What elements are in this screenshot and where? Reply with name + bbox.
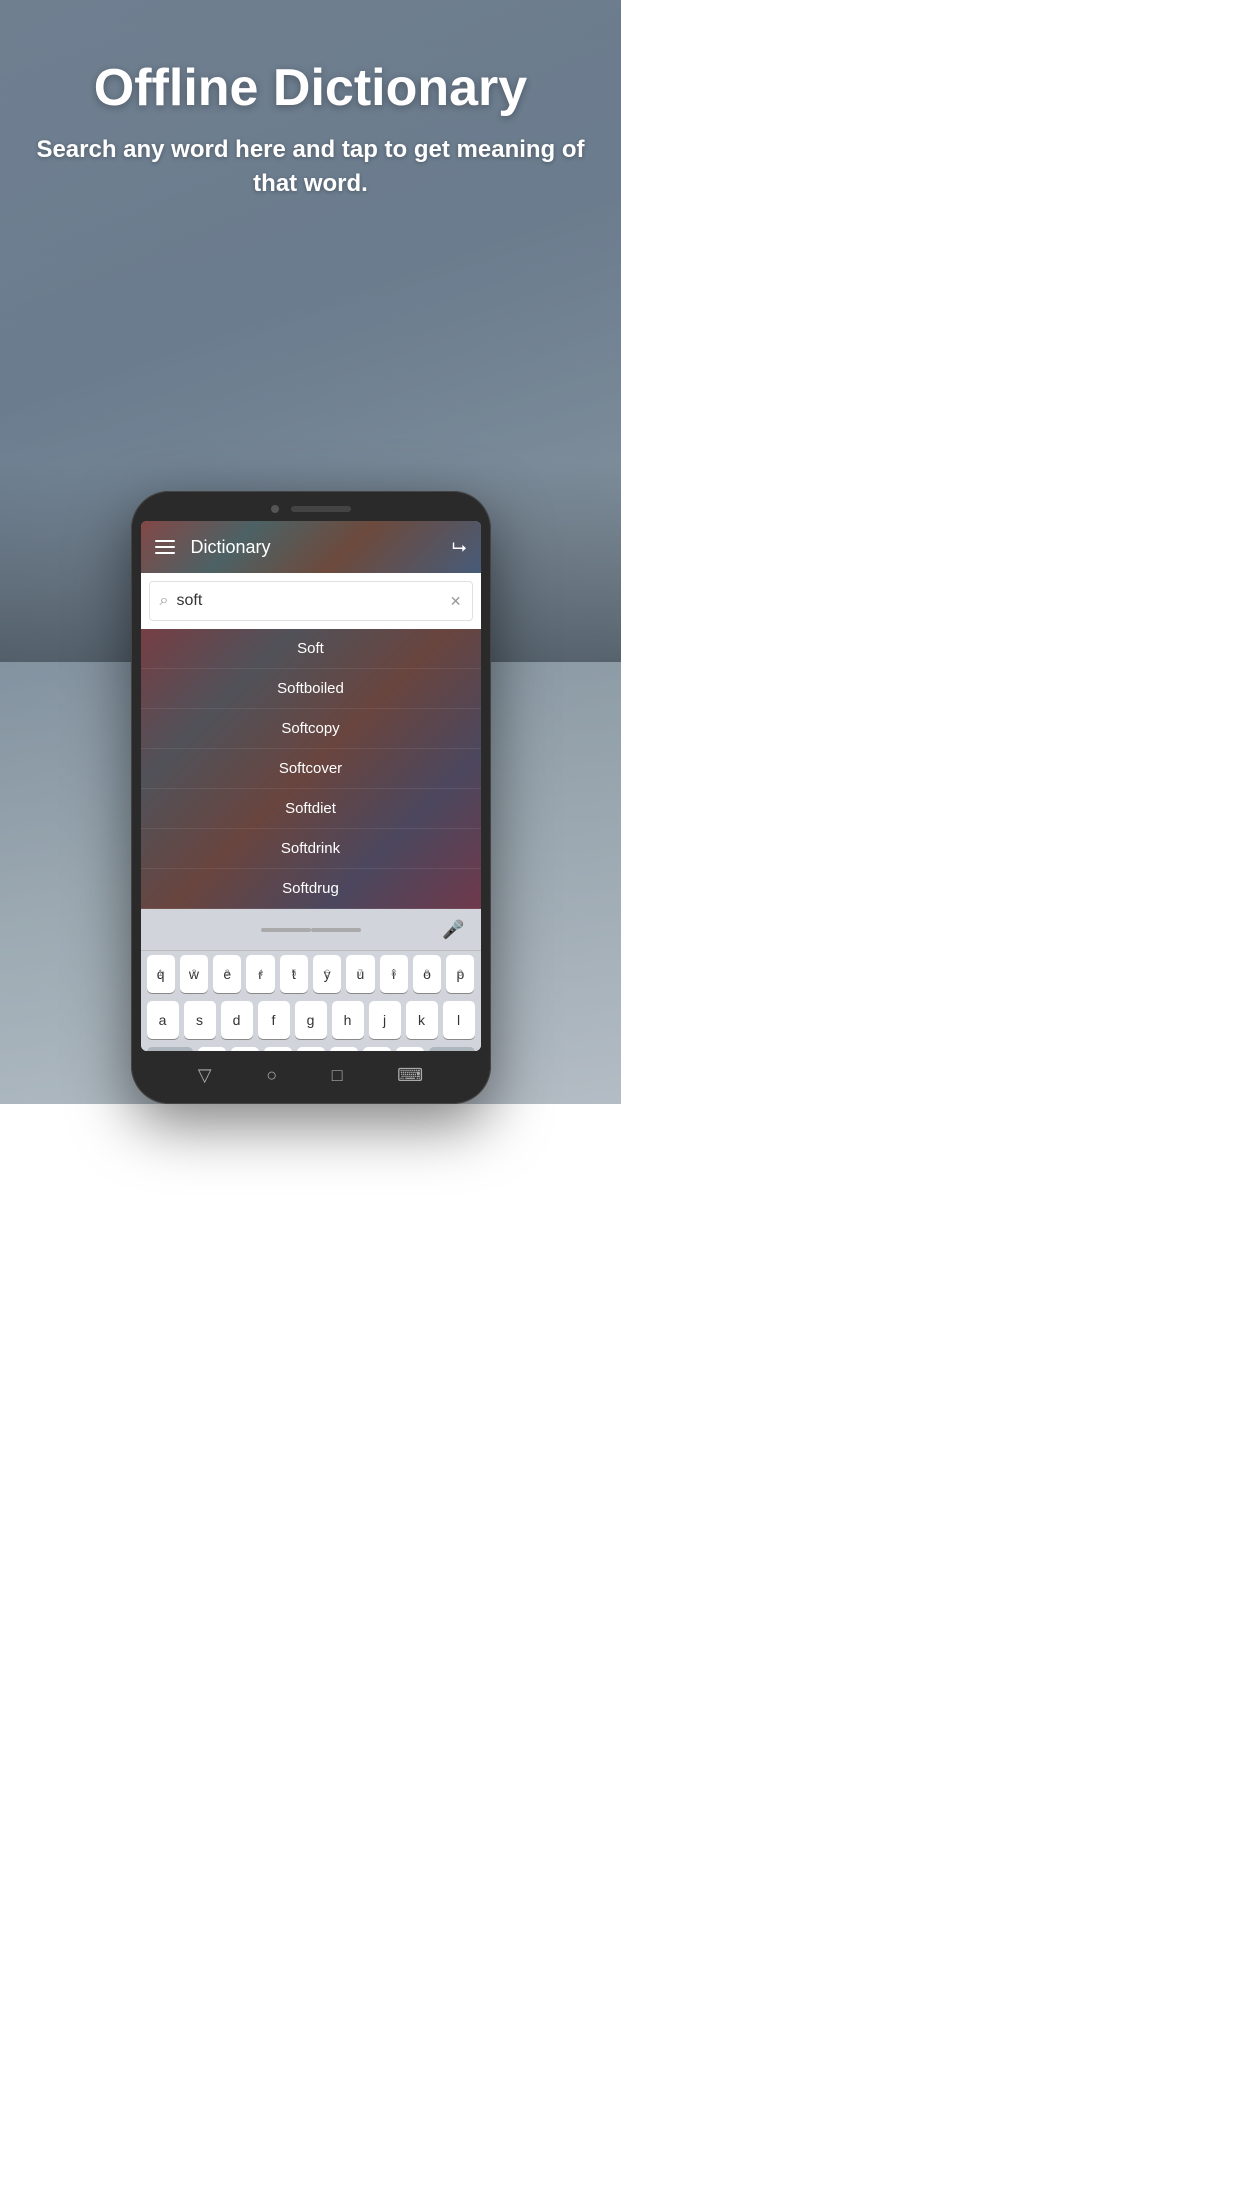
phone-top-bar [141,505,481,513]
toolbar-title: Dictionary [191,537,453,558]
result-item[interactable]: Softdrug [141,869,481,909]
key-q[interactable]: 1q [147,955,175,993]
menu-button[interactable] [155,540,175,554]
key-t[interactable]: 5t [280,955,308,993]
cursor-handle-right[interactable] [311,928,361,932]
key-p[interactable]: 0p [446,955,474,993]
home-nav-button[interactable]: ○ [266,1065,277,1086]
search-input[interactable]: soft [176,592,449,610]
key-e[interactable]: 3e [213,955,241,993]
camera-dot [271,505,279,513]
subtitle: Search any word here and tap to get mean… [30,133,591,200]
keyboard-row-3: ⬆ z x c v b n m ⌫ [141,1043,481,1051]
app-toolbar: Dictionary ⮡ [141,521,481,573]
keyboard-top-bar: 🎤 [141,909,481,951]
result-item[interactable]: Softboiled [141,669,481,709]
title-section: Offline Dictionary Search any word here … [0,60,621,200]
key-h[interactable]: h [332,1001,364,1039]
results-area: Soft Softboiled Softcopy Softcover Softd… [141,629,481,909]
keyboard-row-1: 1q 2w 3e 4r 5t 6y [141,951,481,997]
key-m[interactable]: m [396,1047,424,1051]
key-k[interactable]: k [406,1001,438,1039]
result-item[interactable]: Softdrink [141,829,481,869]
backspace-key[interactable]: ⌫ [429,1047,475,1051]
key-w[interactable]: 2w [180,955,208,993]
phone-outer: Dictionary ⮡ ⌕ soft ✕ Soft Softboiled So… [131,491,491,1104]
key-l[interactable]: l [443,1001,475,1039]
key-j[interactable]: j [369,1001,401,1039]
key-v[interactable]: v [297,1047,325,1051]
phone-mockup: Dictionary ⮡ ⌕ soft ✕ Soft Softboiled So… [131,491,491,1104]
result-item[interactable]: Soft [141,629,481,669]
back-nav-button[interactable]: ▽ [198,1065,212,1086]
key-n[interactable]: n [363,1047,391,1051]
clear-button[interactable]: ✕ [450,593,462,610]
result-item[interactable]: Softdiet [141,789,481,829]
key-s[interactable]: s [184,1001,216,1039]
key-u[interactable]: 7u [346,955,374,993]
key-b[interactable]: b [330,1047,358,1051]
search-icon: ⌕ [160,592,169,610]
keyboard-nav-button[interactable]: ⌨ [397,1065,423,1086]
bottom-nav-bar: ▽ ○ □ ⌨ [141,1059,481,1090]
recents-nav-button[interactable]: □ [332,1065,343,1086]
key-x[interactable]: x [231,1047,259,1051]
result-item[interactable]: Softcopy [141,709,481,749]
keyboard-area: 🎤 1q 2w 3e 4r [141,909,481,1051]
mic-icon[interactable]: 🎤 [442,919,464,940]
keyboard-row-2: a s d f g h j k l [141,997,481,1043]
key-g[interactable]: g [295,1001,327,1039]
key-d[interactable]: d [221,1001,253,1039]
key-a[interactable]: a [147,1001,179,1039]
shift-key[interactable]: ⬆ [147,1047,193,1051]
key-f[interactable]: f [258,1001,290,1039]
speaker-bar [291,506,351,512]
key-i[interactable]: 8i [380,955,408,993]
key-r[interactable]: 4r [246,955,274,993]
key-c[interactable]: c [264,1047,292,1051]
search-bar[interactable]: ⌕ soft ✕ [149,581,473,621]
result-item[interactable]: Softcover [141,749,481,789]
key-z[interactable]: z [198,1047,226,1051]
main-title: Offline Dictionary [30,60,591,117]
phone-screen: Dictionary ⮡ ⌕ soft ✕ Soft Softboiled So… [141,521,481,1051]
key-y[interactable]: 6y [313,955,341,993]
key-o[interactable]: 9o [413,955,441,993]
share-button[interactable]: ⮡ [452,537,466,558]
cursor-handle-left[interactable] [261,928,311,932]
